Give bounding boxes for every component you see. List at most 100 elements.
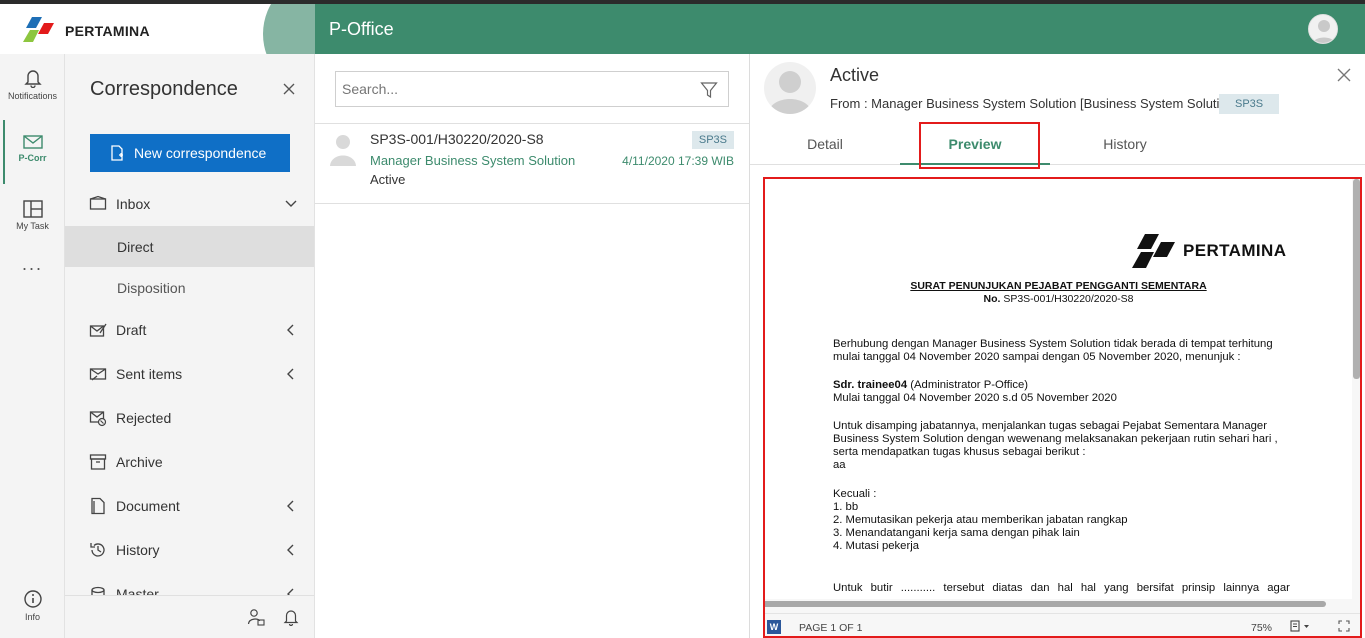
detail-avatar: [764, 62, 816, 114]
logo-text: PERTAMINA: [65, 23, 150, 39]
document-icon: [91, 497, 105, 515]
page-info: PAGE 1 OF 1: [799, 622, 863, 634]
doc-except-item: 2. Memutasikan pekerja atau memberikan j…: [833, 514, 1128, 526]
search-input[interactable]: [336, 72, 676, 106]
document-page: PERTAMINA SURAT PENUNJUKAN PEJABAT PENGG…: [765, 179, 1352, 599]
tab-history[interactable]: History: [1050, 123, 1200, 165]
chevron-left-icon: [287, 368, 294, 380]
zoom-level[interactable]: 75%: [1251, 622, 1272, 634]
rail-more-icon[interactable]: ...: [0, 254, 65, 275]
detail-title: Active: [830, 65, 880, 85]
nav-item-draft[interactable]: Draft: [65, 310, 314, 350]
logo-area[interactable]: PERTAMINA: [0, 4, 315, 54]
close-detail-icon[interactable]: [1336, 67, 1352, 83]
document-preview[interactable]: PERTAMINA SURAT PENUNJUKAN PEJABAT PENGG…: [763, 177, 1362, 638]
doc-except-label: Kecuali :: [833, 488, 877, 500]
nav-item-history-label: History: [116, 542, 160, 558]
correspondence-list-panel: SP3S-001/H30220/2020-S8 Manager Business…: [315, 54, 750, 638]
rail-my-task[interactable]: My Task: [0, 200, 65, 231]
tasks-icon: [22, 200, 43, 218]
inbox-icon: [89, 195, 107, 210]
document-heading: SURAT PENUNJUKAN PEJABAT PENGGANTI SEMEN…: [910, 280, 1207, 292]
document-logo-icon: [1132, 234, 1175, 268]
document-number-label: No.: [983, 293, 1001, 305]
doc-p3-line1: Untuk butir ........... tersebut diatas …: [833, 582, 1290, 594]
rejected-icon: [89, 411, 107, 427]
rail-info[interactable]: Info: [0, 589, 65, 622]
vertical-scrollbar[interactable]: [1353, 179, 1360, 379]
doc-except-item: 3. Menandatangani kerja sama dengan piha…: [833, 527, 1080, 539]
search-box[interactable]: [335, 71, 729, 107]
document-logo: PERTAMINA: [1127, 231, 1307, 271]
left-rail: Notifications P-Corr My Task ... Info: [0, 54, 65, 638]
document-number: No. SP3S-001/H30220/2020-S8: [765, 293, 1352, 305]
nav-item-direct[interactable]: Direct: [65, 226, 314, 267]
doc-person-dates: Mulai tanggal 04 November 2020 s.d 05 No…: [833, 392, 1117, 404]
nav-item-inbox-label: Inbox: [116, 196, 151, 212]
doc-except-item: 4. Mutasi pekerja: [833, 540, 920, 552]
rail-notifications-label: Notifications: [7, 91, 58, 101]
nav-item-document-label: Document: [116, 498, 180, 514]
rail-info-label: Info: [24, 612, 40, 622]
view-mode-icon[interactable]: [1290, 620, 1312, 632]
horizontal-scrollbar[interactable]: [765, 601, 1326, 607]
doc-person-name: Sdr. trainee04: [833, 379, 908, 391]
correspondence-nav: Correspondence New correspondence Inbox …: [65, 54, 315, 638]
draft-icon: [89, 323, 107, 337]
detail-avatar-icon: [768, 71, 812, 114]
app-title: P-Office: [329, 19, 394, 39]
viewer-toolbar: W PAGE 1 OF 1 75%: [765, 613, 1360, 636]
rail-p-corr[interactable]: P-Corr: [0, 134, 65, 163]
list-item-sender: Manager Business System Solution: [370, 153, 576, 168]
user-settings-icon[interactable]: [247, 608, 265, 626]
doc-p2-line3: serta mendapatkan tugas khusus sebagai b…: [833, 446, 1086, 458]
list-item-time: 4/11/2020 17:39 WIB: [622, 154, 734, 168]
nav-item-sent-items-label: Sent items: [116, 366, 183, 382]
chevron-left-icon: [287, 544, 294, 556]
chevron-left-icon: [287, 500, 294, 512]
detail-from: From : Manager Business System Solution …: [830, 96, 1238, 111]
new-correspondence-button[interactable]: New correspondence: [90, 134, 290, 172]
list-item-badge: SP3S: [691, 131, 734, 149]
nav-item-sent-items[interactable]: Sent items: [65, 354, 314, 394]
nav-item-history[interactable]: History: [65, 530, 314, 570]
nav-item-disposition[interactable]: Disposition: [65, 267, 314, 308]
mail-icon: [22, 135, 43, 149]
nav-item-rejected[interactable]: Rejected: [65, 398, 314, 438]
nav-title: Correspondence: [90, 78, 238, 100]
bell-icon: [23, 70, 42, 88]
fullscreen-icon[interactable]: [1338, 620, 1350, 632]
nav-item-archive[interactable]: Archive: [65, 442, 314, 482]
history-icon: [90, 543, 105, 557]
detail-panel: Active From : Manager Business System So…: [750, 54, 1365, 638]
nav-item-document[interactable]: Document: [65, 486, 314, 526]
doc-person-role: (Administrator P-Office): [910, 379, 1029, 391]
notification-bell-icon[interactable]: [283, 608, 299, 626]
nav-footer: [65, 595, 314, 638]
doc-p2-line1: Untuk disamping jabatannya, menjalankan …: [833, 420, 1267, 432]
doc-p2-line2: Business System Solution dengan wewenang…: [833, 433, 1278, 445]
sender-avatar-icon: [330, 135, 356, 166]
chevron-down-icon: [285, 200, 297, 207]
filter-icon[interactable]: [700, 81, 718, 99]
list-item-status: Active: [370, 172, 406, 187]
user-avatar[interactable]: [1308, 14, 1338, 44]
nav-item-archive-label: Archive: [116, 454, 163, 470]
nav-item-direct-label: Direct: [117, 238, 154, 255]
nav-item-rejected-label: Rejected: [116, 410, 172, 426]
doc-person: Sdr. trainee04 (Administrator P-Office): [833, 379, 1309, 392]
doc-p1-line1: Berhubung dengan Manager Business System…: [833, 338, 1273, 350]
word-icon: W: [767, 620, 781, 634]
chevron-left-icon: [287, 324, 294, 336]
nav-item-inbox[interactable]: Inbox: [65, 184, 314, 224]
list-item-title: SP3S-001/H30220/2020-S8: [370, 131, 544, 147]
tab-detail[interactable]: Detail: [750, 123, 900, 165]
pertamina-logo-icon: [23, 17, 54, 42]
doc-p2-line4: aa: [833, 459, 846, 471]
detail-badge: SP3S: [1219, 94, 1280, 114]
rail-notifications[interactable]: Notifications: [0, 68, 65, 101]
list-item[interactable]: SP3S-001/H30220/2020-S8 Manager Business…: [315, 124, 749, 204]
new-document-icon: [111, 145, 123, 161]
close-icon[interactable]: [281, 81, 297, 97]
nav-item-draft-label: Draft: [116, 322, 147, 338]
